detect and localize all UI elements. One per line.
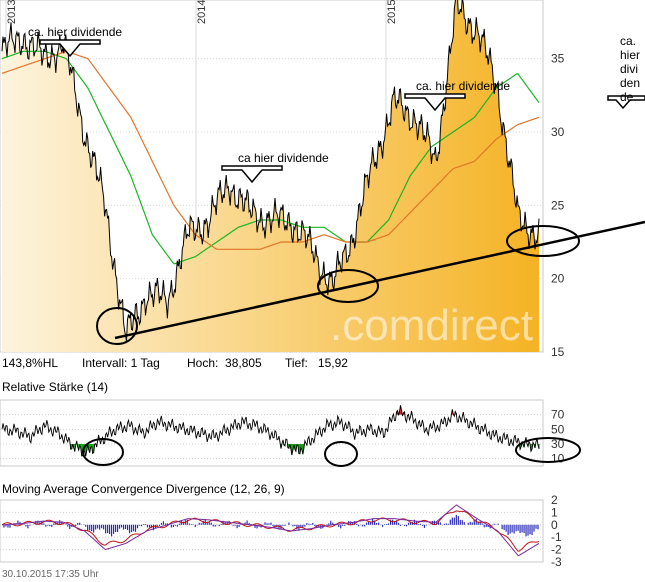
hl-label: 143,8%HL — [2, 356, 59, 370]
high-label: Hoch: 38,805 — [187, 356, 262, 370]
rsi-title: Relative Stärke (14) — [2, 380, 109, 394]
low-label: Tief: 15,92 — [285, 356, 348, 370]
rsi-tick-label: 50 — [551, 422, 565, 436]
y-tick-label: 30 — [551, 125, 565, 139]
y-tick-label: 35 — [551, 52, 565, 66]
watermark: .comdirect — [330, 301, 533, 350]
interval-label: Intervall: 1 Tag — [82, 356, 160, 370]
year-label: 2015 — [386, 0, 398, 24]
rsi-tick-label: 70 — [551, 408, 565, 422]
price-panel: 15 20 25 30 35 2013 2014 2015 .comdirect — [0, 0, 565, 359]
year-label: 2013 — [6, 0, 18, 24]
year-label: 2014 — [196, 0, 208, 24]
dividend-annotation: ca hier dividende — [238, 151, 329, 165]
rsi-panel: 10305070 — [0, 399, 581, 467]
dividend-annotation: ca. hier dividende — [416, 79, 510, 93]
rsi-tick-label: 10 — [551, 452, 565, 466]
y-tick-label: 20 — [551, 272, 565, 286]
y-tick-label: 15 — [551, 345, 565, 359]
dividend-annotation: ca. hier dividende — [28, 25, 122, 39]
macd-title: Moving Average Convergence Divergence (1… — [2, 482, 285, 496]
macd-panel: 210-1-2-3 — [0, 493, 562, 569]
side-annotation: ca. hier dividende — [620, 34, 641, 104]
macd-tick-label: -3 — [551, 555, 562, 569]
timestamp: 30.10.2015 17:35 Uhr — [2, 569, 99, 580]
macd-plot-area — [0, 499, 544, 563]
y-tick-label: 25 — [551, 198, 565, 212]
